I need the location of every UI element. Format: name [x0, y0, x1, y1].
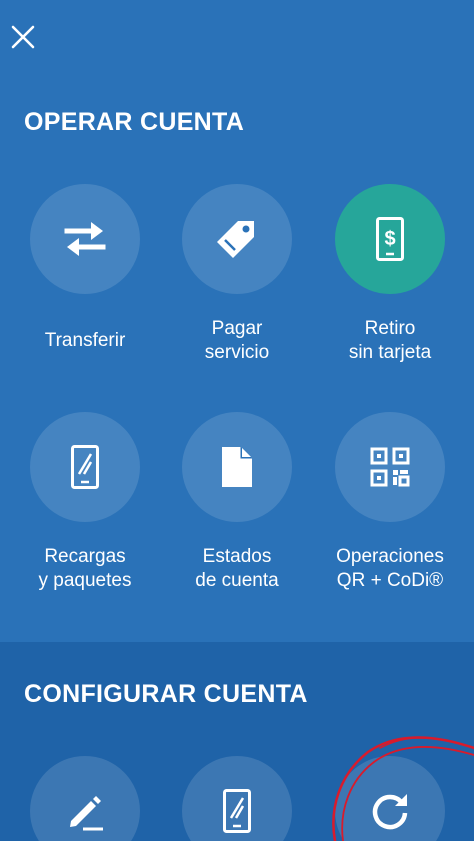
device-circle: [182, 756, 292, 841]
refresh-icon: [372, 794, 408, 830]
statements-button[interactable]: Estados de cuenta: [162, 412, 312, 594]
close-button[interactable]: [6, 20, 40, 54]
pay-service-label: Pagar servicio: [204, 318, 270, 363]
device-button[interactable]: [162, 756, 312, 841]
recharges-button[interactable]: Recargas y paquetes: [10, 412, 160, 594]
phone-icon: [71, 445, 99, 489]
refresh-circle: [335, 756, 445, 841]
tag-icon: [217, 221, 254, 258]
phone-dollar-icon: $: [376, 217, 404, 261]
operations-menu-screen: OPERAR CUENTA Transferir Pagar servicio: [0, 0, 474, 841]
svg-text:$: $: [384, 228, 395, 250]
qr-codi-label: Operaciones QR + CoDi®: [336, 546, 444, 591]
cardless-withdrawal-circle: $: [335, 184, 445, 294]
statements-label: Estados de cuenta: [195, 546, 279, 591]
statements-circle: [182, 412, 292, 522]
recharges-label: Recargas y paquetes: [38, 546, 132, 591]
transfer-button[interactable]: Transferir: [10, 184, 160, 366]
cardless-withdrawal-button[interactable]: $ Retiro sin tarjeta: [315, 184, 465, 366]
close-icon: [11, 25, 35, 49]
qr-codi-button[interactable]: Operaciones QR + CoDi®: [315, 412, 465, 594]
cardless-withdrawal-label: Retiro sin tarjeta: [348, 318, 432, 363]
refresh-button[interactable]: [315, 756, 465, 841]
pay-service-circle: [182, 184, 292, 294]
recharges-circle: [30, 412, 140, 522]
section-title-operar: OPERAR CUENTA: [24, 108, 245, 136]
transfer-circle: [30, 184, 140, 294]
pay-service-button[interactable]: Pagar servicio: [162, 184, 312, 366]
edit-button[interactable]: [10, 756, 160, 841]
transfer-label: Transferir: [44, 330, 126, 351]
edit-circle: [30, 756, 140, 841]
phone-icon: [223, 789, 251, 833]
section-title-configurar: CONFIGURAR CUENTA: [24, 680, 308, 708]
qr-code-icon: [370, 447, 410, 487]
pencil-icon: [70, 796, 103, 831]
transfer-arrows-icon: [64, 222, 106, 256]
qr-codi-circle: [335, 412, 445, 522]
document-icon: [222, 447, 252, 487]
